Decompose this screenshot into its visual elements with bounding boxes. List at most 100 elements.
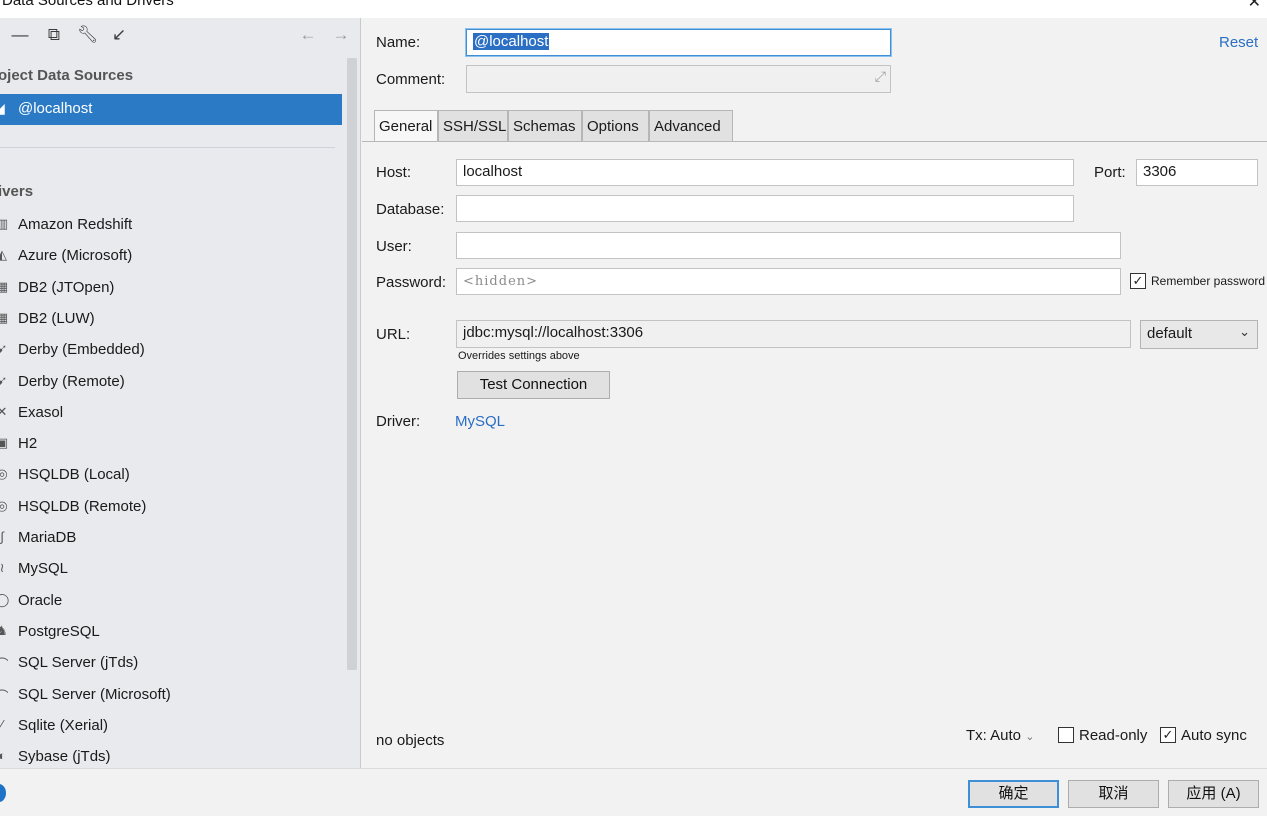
driver-item[interactable]: ▥ Amazon Redshift (0, 210, 342, 241)
driver-label: DB2 (LUW) (18, 309, 95, 327)
driver-item[interactable]: ◎ HSQLDB (Local) (0, 460, 342, 491)
auto-sync-label: Auto sync (1181, 727, 1247, 744)
driver-link[interactable]: MySQL (455, 413, 505, 430)
host-label: Host: (376, 164, 412, 181)
driver-item[interactable]: ⁄ Sqlite (Xerial) (0, 711, 342, 742)
read-only-checkbox[interactable] (1058, 727, 1074, 743)
reset-link[interactable]: Reset (1219, 34, 1258, 51)
user-label: User: (376, 238, 412, 255)
driver-item[interactable]: ⌒ SQL Server (Microsoft) (0, 680, 342, 711)
comment-label: Comment: (376, 71, 446, 88)
driver-item[interactable]: ✕ Exasol (0, 398, 342, 429)
data-source-label: @localhost (18, 100, 93, 117)
driver-item[interactable]: ≀ MySQL (0, 554, 342, 585)
driver-item[interactable]: ◭ Azure (Microsoft) (0, 241, 342, 272)
driver-item[interactable]: ◎ HSQLDB (Remote) (0, 492, 342, 523)
driver-item[interactable]: ◯ Oracle (0, 586, 342, 617)
expand-icon[interactable]: ⤢ (875, 68, 886, 85)
tab-schemas[interactable]: Schemas (508, 110, 582, 142)
name-label: Name: (376, 34, 421, 51)
database-input[interactable] (456, 195, 1074, 222)
driver-item[interactable]: ▣ H2 (0, 429, 342, 460)
driver-label: Derby (Embedded) (18, 341, 145, 359)
url-hint: Overrides settings above (458, 350, 580, 362)
oracle-icon: ◯ (0, 591, 10, 607)
db2-icon: ▦ (0, 309, 9, 325)
tab-advanced[interactable]: Advanced (649, 110, 733, 142)
sybase-icon: ◐ (0, 748, 6, 764)
driver-label: Exasol (18, 403, 64, 421)
derby-icon: ➹ (0, 372, 8, 388)
driver-label: MySQL (18, 560, 69, 578)
tx-mode-label: Tx: Auto (966, 727, 1022, 744)
driver-item[interactable]: ➹ Derby (Remote) (0, 367, 342, 398)
drivers-header: ivers (0, 183, 34, 200)
sqlserver-icon: ⌒ (0, 657, 9, 673)
wrench-icon[interactable]: 🔧︎ (77, 25, 99, 45)
tx-mode-dropdown[interactable]: Tx: Auto ⌄ (966, 727, 1034, 744)
url-input[interactable]: jdbc:mysql://localhost:3306 (456, 320, 1131, 348)
postgresql-icon: ♞ (0, 622, 8, 638)
back-arrow-icon[interactable]: ← (298, 25, 318, 45)
exasol-icon: ✕ (0, 403, 8, 419)
cancel-button[interactable]: 取消 (1068, 780, 1159, 808)
sidebar-toolbar: — ⧉ 🔧︎ ↙ ← → (0, 18, 361, 54)
driver-label: SQL Server (jTds) (18, 654, 139, 672)
port-input[interactable]: 3306 (1136, 159, 1258, 186)
import-icon[interactable]: ↙ (109, 25, 129, 45)
copy-icon[interactable]: ⧉ (44, 25, 64, 45)
driver-item[interactable]: ▦ DB2 (LUW) (0, 304, 342, 335)
redshift-icon: ▥ (0, 216, 9, 231)
driver-item[interactable]: ▦ DB2 (JTOpen) (0, 273, 342, 304)
url-mode-value: default (1147, 325, 1193, 342)
driver-label: Oracle (18, 591, 63, 609)
remember-password-checkbox[interactable]: ✓ (1130, 273, 1146, 289)
driver-label: Azure (Microsoft) (18, 247, 133, 265)
driver-label: HSQLDB (Remote) (18, 497, 147, 515)
driver-item[interactable]: ⌒ SQL Server (jTds) (0, 648, 342, 679)
sqlite-icon: ⁄ (0, 716, 4, 732)
driver-label: SQL Server (Microsoft) (18, 685, 171, 703)
window-title: Data Sources and Drivers (2, 0, 174, 9)
details-panel: Name: @localhost Reset Comment: ⤢ Genera… (362, 18, 1267, 768)
tab-options[interactable]: Options (582, 110, 649, 142)
ok-button[interactable]: 确定 (968, 780, 1059, 808)
url-mode-dropdown[interactable]: default ⌄ (1140, 320, 1258, 349)
driver-label: MariaDB (18, 529, 77, 546)
database-label: Database: (376, 201, 445, 218)
driver-label: HSQLDB (Local) (18, 466, 130, 484)
driver-item[interactable]: ♞ PostgreSQL (0, 617, 342, 648)
url-label: URL: (376, 326, 411, 343)
forward-arrow-icon[interactable]: → (331, 25, 351, 45)
test-connection-button[interactable]: Test Connection (457, 371, 610, 399)
data-source-item[interactable]: ◢ @localhost (0, 94, 342, 125)
password-placeholder: <hidden> (463, 274, 539, 289)
azure-icon: ◭ (0, 247, 7, 263)
dialog-footer: 确定 取消 应用 (A) (0, 768, 1267, 816)
port-label: Port: (1094, 164, 1126, 181)
driver-item[interactable]: ∫ MariaDB (0, 523, 342, 554)
read-only-label: Read-only (1079, 727, 1148, 744)
comment-field[interactable]: ⤢ (466, 65, 891, 93)
sidebar-scrollbar[interactable] (347, 58, 357, 670)
name-input[interactable]: @localhost (466, 29, 891, 56)
host-input[interactable]: localhost (456, 159, 1074, 186)
auto-sync-checkbox[interactable]: ✓ (1160, 727, 1176, 743)
close-icon[interactable]: ✕ (1248, 0, 1261, 12)
user-input[interactable] (456, 232, 1121, 259)
password-input[interactable]: <hidden> (456, 268, 1121, 295)
sidebar: — ⧉ 🔧︎ ↙ ← → oject Data Sources ◢ @local… (0, 18, 361, 768)
db2-icon: ▦ (0, 278, 9, 294)
driver-label: H2 (18, 435, 38, 453)
remove-icon[interactable]: — (10, 25, 30, 45)
driver-label: Sqlite (Xerial) (18, 716, 109, 734)
mysql-icon: ◢ (0, 100, 5, 117)
tab-general[interactable]: General (374, 110, 438, 142)
tab-ssh-ssl[interactable]: SSH/SSL (438, 110, 508, 142)
driver-item[interactable]: ➹ Derby (Embedded) (0, 335, 342, 366)
title-bar: Data Sources and Drivers ✕ (0, 0, 1267, 18)
driver-label: DB2 (JTOpen) (18, 278, 115, 296)
objects-status: no objects (376, 732, 445, 749)
apply-button[interactable]: 应用 (A) (1168, 780, 1259, 808)
remember-password-label: Remember password (1151, 274, 1266, 288)
